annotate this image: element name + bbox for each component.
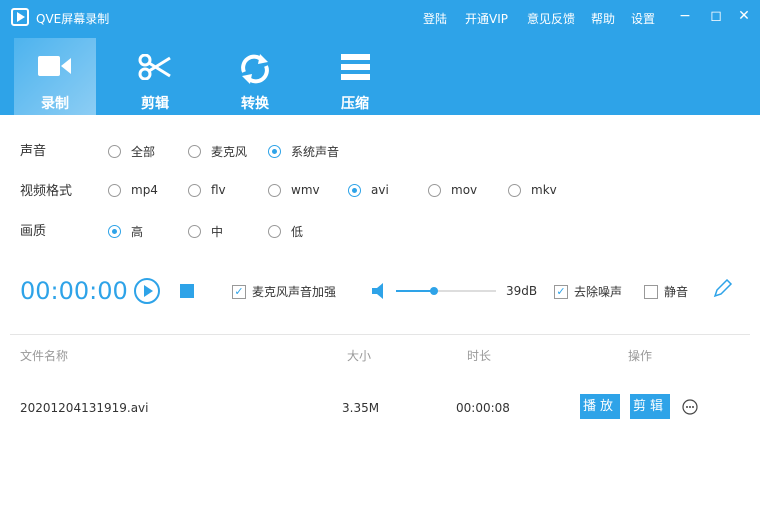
menu-login[interactable]: 登陆	[423, 10, 447, 27]
tab-record[interactable]: 录制	[14, 38, 96, 115]
volume-slider[interactable]	[396, 287, 496, 295]
edit-button[interactable]: 剪辑	[630, 394, 670, 419]
tab-convert[interactable]: 转换	[214, 38, 296, 115]
radio-quality-low[interactable]: 低	[268, 223, 303, 240]
menu-settings[interactable]: 设置	[631, 10, 655, 27]
col-header-actions: 操作	[628, 349, 653, 363]
tab-label: 录制	[41, 96, 69, 112]
stop-icon[interactable]	[180, 284, 194, 298]
radio-mp4[interactable]: mp4	[108, 183, 158, 197]
more-icon[interactable]	[682, 399, 698, 415]
tab-label: 转换	[241, 96, 269, 112]
radio-quality-high[interactable]: 高	[108, 223, 143, 240]
sound-label: 声音	[20, 144, 47, 159]
volume-slider-handle[interactable]	[430, 287, 438, 295]
volume-value: 39dB	[506, 284, 538, 298]
play-icon[interactable]	[133, 277, 161, 305]
radio-sound-system[interactable]: 系统声音	[268, 143, 339, 160]
play-button[interactable]: 播放	[580, 394, 620, 419]
radio-flv[interactable]: flv	[188, 183, 226, 197]
app-title: QVE屏幕录制	[36, 12, 110, 26]
menu-help[interactable]: 帮助	[591, 10, 615, 27]
compress-icon	[341, 54, 370, 80]
divider	[10, 334, 750, 335]
radio-mov[interactable]: mov	[428, 183, 477, 197]
menu-vip[interactable]: 开通VIP	[465, 10, 508, 27]
pencil-icon[interactable]	[712, 279, 736, 299]
maximize-icon[interactable]: ◻	[708, 8, 724, 24]
radio-quality-mid[interactable]: 中	[188, 223, 223, 240]
radio-wmv[interactable]: wmv	[268, 183, 320, 197]
mic-boost-checkbox[interactable]: ✓ 麦克风声音加强	[232, 283, 336, 300]
radio-avi[interactable]: avi	[348, 183, 389, 197]
tab-compress[interactable]: 压缩	[314, 38, 396, 115]
record-timer: 00:00:00	[20, 277, 128, 305]
tab-label: 压缩	[341, 96, 369, 112]
menu-feedback[interactable]: 意见反馈	[527, 10, 575, 27]
video-camera-icon	[38, 56, 71, 76]
app-logo-icon	[11, 8, 29, 26]
radio-sound-all[interactable]: 全部	[108, 143, 155, 160]
volume-icon[interactable]	[372, 283, 388, 299]
radio-mkv[interactable]: mkv	[508, 183, 557, 197]
file-name: 20201204131919.avi	[20, 401, 149, 415]
format-label: 视频格式	[20, 184, 73, 199]
tab-edit[interactable]: 剪辑	[114, 38, 196, 115]
scissors-icon	[138, 54, 171, 80]
col-header-size: 大小	[347, 349, 372, 363]
file-duration: 00:00:08	[456, 401, 510, 415]
quality-label: 画质	[20, 224, 47, 239]
col-header-name: 文件名称	[20, 349, 69, 363]
refresh-icon	[241, 54, 269, 84]
header: QVE屏幕录制 登陆 开通VIP 意见反馈 帮助 设置 − ◻ ✕ 录制 剪辑 …	[0, 0, 760, 115]
file-size: 3.35M	[342, 401, 380, 415]
mute-checkbox[interactable]: 静音	[644, 283, 688, 300]
radio-sound-mic[interactable]: 麦克风	[188, 143, 247, 160]
close-icon[interactable]: ✕	[736, 8, 752, 24]
tab-label: 剪辑	[141, 96, 169, 112]
col-header-duration: 时长	[467, 349, 492, 363]
denoise-checkbox[interactable]: ✓ 去除噪声	[554, 283, 622, 300]
minimize-icon[interactable]: −	[677, 8, 693, 24]
